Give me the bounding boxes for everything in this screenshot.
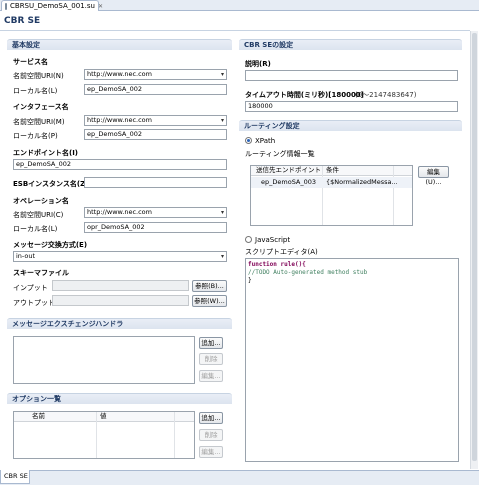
editor-tab-title: CBRSU_DemoSA_001.su (10, 2, 95, 10)
chevron-down-icon: ▾ (220, 71, 224, 78)
routing-edit-button[interactable]: 編集(U)... (418, 166, 449, 186)
operation-ns-label: 名前空間URI(C) (13, 211, 64, 219)
javascript-label: JavaScript (255, 236, 291, 244)
input-field (52, 280, 189, 291)
chevron-down-icon: ▾ (220, 253, 224, 260)
code-line-2: //TODO Auto-generated method stub (248, 269, 368, 276)
endpoint-field[interactable]: ep_DemoSA_002 (13, 159, 227, 170)
schema-heading: スキーマファイル (13, 269, 69, 277)
interface-ns-value: http://www.nec.com (87, 116, 152, 124)
output-label: アウトプット (13, 299, 55, 307)
interface-local-field[interactable]: ep_DemoSA_002 (84, 129, 227, 140)
section-options[interactable]: オプション一覧 (7, 393, 232, 404)
handler-edit-button[interactable]: 編集... (199, 370, 223, 382)
description-label: 説明(R) (245, 60, 271, 68)
section-basic[interactable]: 基本設定 (7, 39, 232, 50)
output-browse-button[interactable]: 参照(W)... (192, 295, 227, 307)
file-icon (5, 2, 7, 10)
mep-combo[interactable]: in-out ▾ (13, 251, 227, 262)
options-edit-button[interactable]: 編集... (199, 446, 223, 458)
handler-list[interactable] (13, 336, 195, 384)
interface-local-label: ローカル名(P) (13, 132, 58, 140)
vertical-scrollbar[interactable] (470, 31, 478, 469)
section-handler[interactable]: メッセージエクスチェンジハンドラ (7, 318, 232, 329)
xpath-label: XPath (255, 137, 276, 145)
operation-name-heading: オペレーション名 (13, 197, 69, 205)
column-divider (393, 166, 394, 225)
esb-field[interactable] (84, 177, 227, 188)
routing-table-header: 送信先エンドポイント 条件 (251, 166, 412, 176)
row-dest: ep_DemoSA_003 (261, 178, 317, 186)
operation-local-field[interactable]: opr_DemoSA_002 (84, 222, 227, 233)
handler-remove-button[interactable]: 削除 (199, 353, 223, 365)
script-editor[interactable]: function rule(){ //TODO Auto-generated m… (245, 258, 459, 462)
code-line-1: function rule(){ (248, 261, 306, 269)
service-name-heading: サービス名 (13, 58, 48, 66)
interface-name-heading: インタフェース名 (13, 103, 69, 111)
routing-table[interactable]: 送信先エンドポイント 条件 ep_DemoSA_003 {$Normalized… (250, 165, 413, 226)
table-row[interactable]: ep_DemoSA_003 {$NormalizedMessa... (251, 177, 412, 188)
chevron-down-icon: ▾ (220, 209, 224, 216)
description-field[interactable] (245, 70, 458, 81)
script-editor-label: スクリプトエディタ(A) (245, 248, 318, 256)
output-field (52, 295, 189, 306)
input-label: インプット (13, 284, 48, 292)
title-divider (0, 30, 470, 31)
col-value-header[interactable]: 値 (100, 412, 107, 421)
code-line-3: } (248, 277, 252, 284)
code-keyword: function rule(){ (248, 261, 306, 268)
column-divider (96, 412, 97, 458)
timeout-label: タイムアウト時間(ミリ秒)[180000] (245, 91, 364, 99)
esb-label: ESBインスタンス名(Z) (13, 180, 89, 188)
operation-ns-combo[interactable]: http://www.nec.com ▾ (84, 207, 227, 218)
scrollbar-thumb[interactable] (472, 33, 477, 461)
section-routing[interactable]: ルーティング設定 (239, 120, 462, 131)
options-remove-button[interactable]: 削除 (199, 429, 223, 441)
mep-label: メッセージ交換方式(E) (13, 241, 88, 249)
timeout-field[interactable]: 180000 (245, 101, 458, 112)
interface-ns-combo[interactable]: http://www.nec.com ▾ (84, 115, 227, 126)
routing-list-label: ルーティング情報一覧 (245, 150, 315, 158)
javascript-radio[interactable] (245, 236, 252, 243)
col-cond-header[interactable]: 条件 (326, 166, 339, 175)
column-divider (322, 166, 323, 225)
tab-cbr-se[interactable]: CBR SE (0, 470, 30, 484)
input-browse-button[interactable]: 参照(B)... (192, 280, 227, 292)
service-local-field[interactable]: ep_DemoSA_002 (84, 84, 227, 95)
timeout-range: (0～2147483647) (355, 91, 417, 99)
chevron-down-icon: ▾ (220, 117, 224, 124)
options-table[interactable]: 名前 値 (13, 411, 195, 459)
interface-ns-label: 名前空間URI(M) (13, 118, 65, 126)
handler-add-button[interactable]: 追加... (199, 337, 223, 349)
endpoint-label: エンドポイント名(I) (13, 149, 79, 157)
operation-local-label: ローカル名(L) (13, 225, 58, 233)
service-ns-combo[interactable]: http://www.nec.com ▾ (84, 69, 227, 80)
mep-value: in-out (16, 252, 36, 260)
service-ns-value: http://www.nec.com (87, 70, 152, 78)
col-dest-header[interactable]: 送信先エンドポイント (256, 166, 321, 175)
service-ns-label: 名前空間URI(N) (13, 72, 64, 80)
col-name-header[interactable]: 名前 (32, 412, 45, 421)
page-title: CBR SE (4, 16, 41, 26)
service-local-label: ローカル名(L) (13, 87, 58, 95)
xpath-radio[interactable] (245, 137, 252, 144)
row-cond: {$NormalizedMessa... (326, 178, 398, 186)
operation-ns-value: http://www.nec.com (87, 208, 152, 216)
bottom-tab-strip (0, 470, 479, 485)
section-cbr[interactable]: CBR SEの設定 (239, 39, 462, 50)
options-add-button[interactable]: 追加... (199, 412, 223, 424)
column-divider (174, 412, 175, 458)
close-icon[interactable]: ✕ (98, 3, 103, 10)
editor-tab[interactable]: CBRSU_DemoSA_001.su ✕ (1, 0, 103, 11)
options-table-header: 名前 値 (14, 412, 194, 422)
